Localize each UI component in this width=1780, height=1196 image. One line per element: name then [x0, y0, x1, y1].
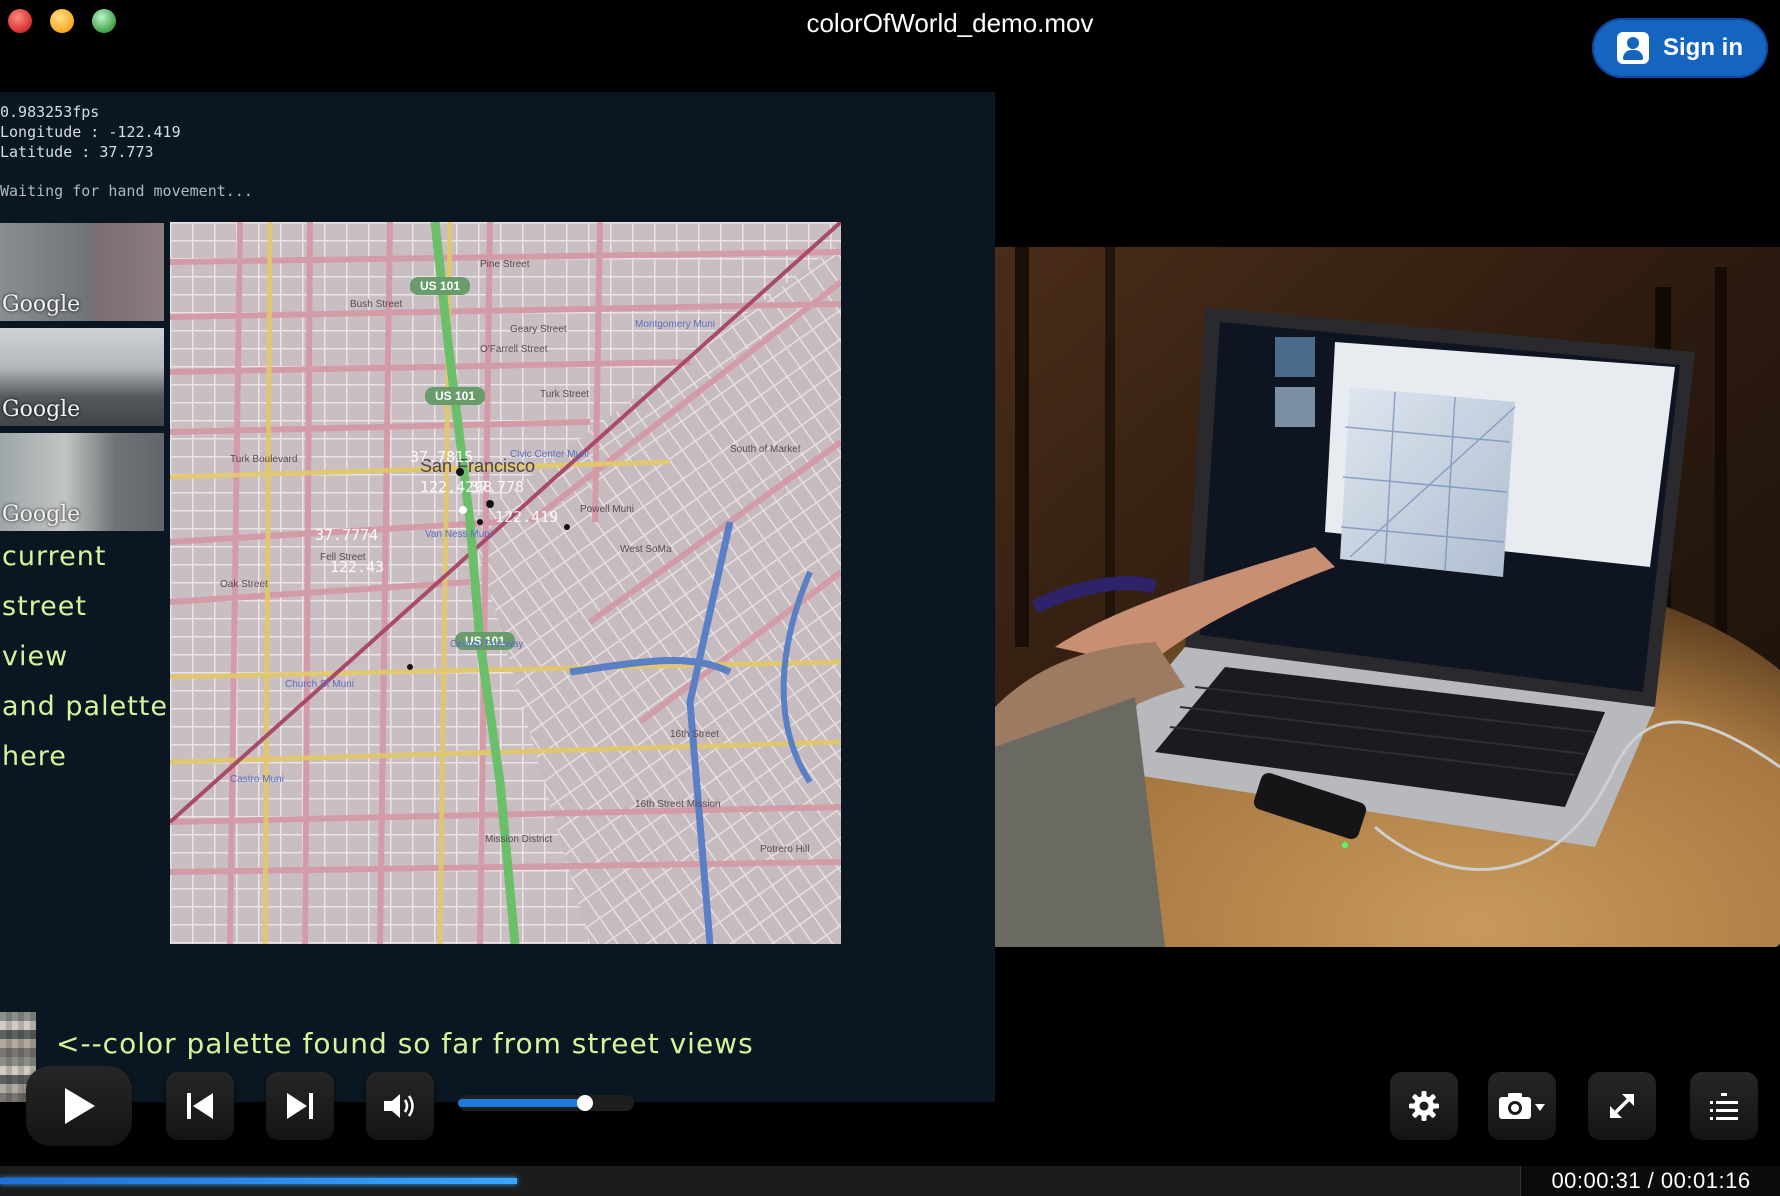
console-readout: 0.983253fps Longitude : -122.419 Latitud… [0, 102, 181, 162]
map-view: US 101 US 101 US 101 Pine Street Bush St… [168, 220, 843, 945]
street-label: Central Freeway [450, 639, 523, 650]
street-label: O'Farrell Street [480, 344, 548, 355]
latitude-readout: Latitude : 37.773 [0, 143, 154, 161]
map-graphic: US 101 US 101 US 101 Pine Street Bush St… [168, 220, 843, 945]
highway-shield: US 101 [435, 389, 475, 403]
street-label: Geary Street [510, 324, 567, 335]
volume-slider[interactable] [458, 1095, 634, 1111]
street-label: Mission District [485, 834, 552, 845]
google-watermark: Google [2, 397, 81, 422]
street-label: Turk Boulevard [230, 454, 297, 465]
coordinate-label: 37.778 [470, 478, 524, 496]
street-label: 16th Street Mission [635, 799, 721, 810]
transit-label: Van Ness Muni [425, 529, 492, 540]
speaker-icon [384, 1094, 414, 1118]
window-title: colorOfWorld_demo.mov [806, 8, 1094, 38]
fullscreen-button[interactable] [1588, 1072, 1656, 1140]
chevron-down-icon [1535, 1104, 1545, 1111]
annotation-line: street [2, 591, 87, 622]
previous-button[interactable] [166, 1072, 234, 1140]
google-watermark: Google [2, 502, 81, 527]
street-label: South of Market [730, 444, 801, 455]
play-button[interactable] [26, 1066, 132, 1146]
gear-icon [1409, 1091, 1439, 1121]
coordinate-label: 37.7815 [410, 448, 473, 466]
coordinate-label: 122.43 [330, 558, 384, 576]
longitude-readout: Longitude : -122.419 [0, 123, 181, 141]
skip-forward-icon [287, 1093, 313, 1119]
transit-label: Montgomery Muni [635, 319, 715, 330]
transit-label: Church St Muni [285, 679, 354, 690]
next-button[interactable] [266, 1072, 334, 1140]
playlist-button[interactable] [1690, 1072, 1758, 1140]
street-label: Potrero Hill [760, 844, 809, 855]
annotation-line: current [2, 541, 107, 572]
street-label: 16th Street [670, 729, 719, 740]
play-icon [65, 1088, 95, 1124]
annotation-line: here [2, 741, 67, 772]
status-text: Waiting for hand movement... [0, 182, 253, 200]
seek-bar-fill [0, 1178, 517, 1184]
transit-label: Castro Muni [230, 774, 284, 785]
street-view-thumbnail: Google [0, 328, 164, 426]
video-frame-right [995, 247, 1780, 947]
camera-icon [1499, 1093, 1545, 1119]
user-icon [1617, 32, 1649, 64]
palette-caption: <--color palette found so far from stree… [56, 1027, 754, 1060]
volume-fill [458, 1099, 585, 1107]
fps-readout: 0.983253fps [0, 103, 100, 121]
skip-back-icon [187, 1093, 213, 1119]
highway-shield: US 101 [420, 279, 460, 293]
sign-in-button[interactable]: Sign in [1592, 18, 1768, 78]
laptop-photo [995, 247, 1780, 947]
street-label: Turk Street [540, 389, 589, 400]
street-label: West SoMa [620, 544, 672, 555]
street-view-thumbnail: Google [0, 433, 164, 531]
list-icon [1710, 1093, 1738, 1120]
expand-icon [1610, 1094, 1634, 1118]
coordinate-label: 122.419 [495, 508, 558, 526]
street-label: Powell Muni [580, 504, 634, 515]
time-display: 00:00:31 / 00:01:16 [1520, 1166, 1780, 1196]
volume-knob[interactable] [576, 1095, 593, 1111]
snapshot-button[interactable] [1488, 1072, 1556, 1140]
seek-bar[interactable] [0, 1166, 1520, 1196]
street-view-thumbnail: Google [0, 223, 164, 321]
sign-in-label: Sign in [1663, 34, 1743, 61]
volume-button[interactable] [366, 1072, 434, 1140]
annotation-line: view [2, 641, 69, 672]
video-frame-left: 0.983253fps Longitude : -122.419 Latitud… [0, 92, 995, 1102]
street-label: Bush Street [350, 299, 402, 310]
coordinate-label: 37.7774 [315, 526, 378, 544]
annotation-line: and palette [2, 691, 168, 722]
title-bar: colorOfWorld_demo.mov Sign in [0, 0, 1780, 90]
google-watermark: Google [2, 292, 81, 317]
street-label: Oak Street [220, 579, 268, 590]
settings-button[interactable] [1390, 1072, 1458, 1140]
street-label: Pine Street [480, 259, 530, 270]
annotation-text: current street view and palette here [2, 532, 168, 782]
